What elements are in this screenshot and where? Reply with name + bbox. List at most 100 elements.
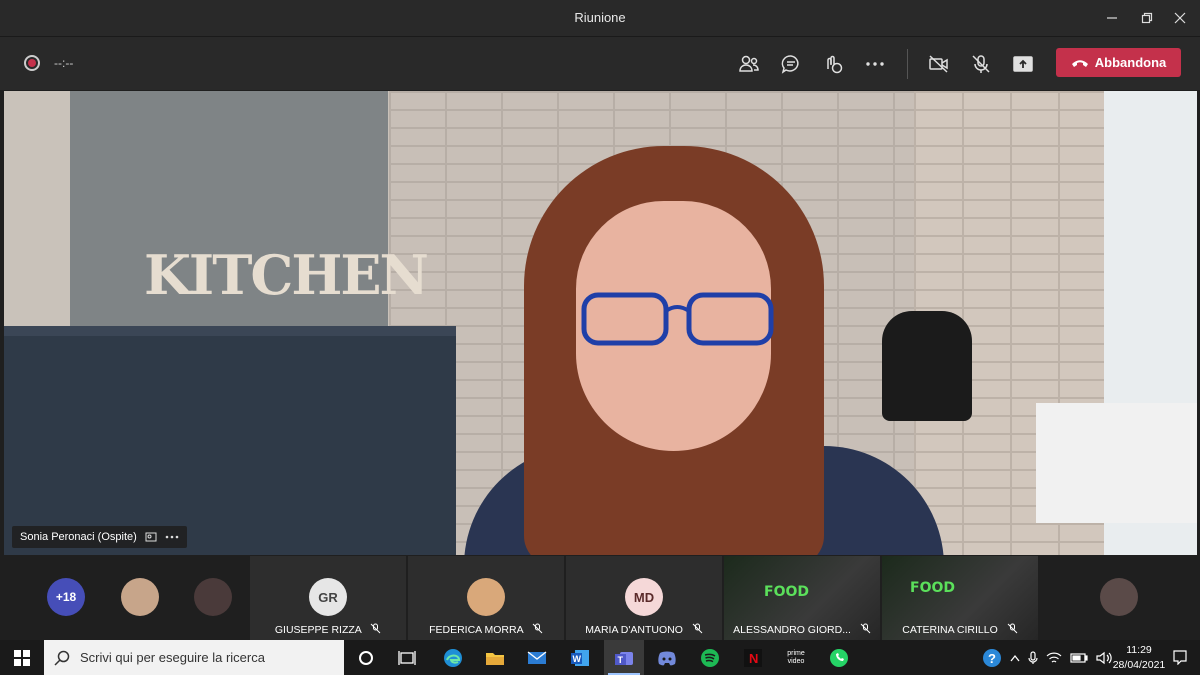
chat-button[interactable] — [777, 50, 805, 78]
folder-icon — [486, 652, 504, 665]
word-icon: W — [571, 649, 589, 666]
teams-button[interactable]: T — [604, 640, 644, 675]
participant-name-row: FEDERICA MORRA — [408, 623, 564, 636]
mic-off-icon — [370, 623, 381, 634]
more-participants-badge[interactable]: +18 — [47, 578, 85, 616]
main-video-feed[interactable]: KITCHEN Sonia Peronaci (Ospite) — [4, 91, 1197, 555]
participants-button[interactable] — [735, 50, 763, 78]
volume-icon[interactable] — [1096, 651, 1112, 665]
start-button[interactable] — [0, 640, 44, 675]
spotify-button[interactable] — [690, 640, 730, 675]
battery-icon[interactable] — [1070, 652, 1088, 664]
svg-text:N: N — [749, 651, 758, 666]
microphone-icon[interactable] — [1028, 650, 1038, 665]
share-icon — [1013, 56, 1033, 72]
discord-icon — [658, 651, 676, 665]
participant-video-tile[interactable]: FOOD CATERINA CIRILLO — [882, 556, 1038, 640]
clock-time: 11:29 — [1126, 644, 1152, 656]
wifi-icon[interactable] — [1046, 651, 1062, 665]
shelf — [4, 326, 456, 555]
participant-name: CATERINA CIRILLO — [902, 624, 998, 636]
participant-name: GIUSEPPE RIZZA — [274, 624, 362, 636]
video-overlay-text: FOOD — [764, 584, 809, 600]
avatar[interactable] — [194, 578, 232, 616]
participant-name: FEDERICA MORRA — [429, 624, 523, 636]
teams-icon: T — [615, 651, 633, 665]
meeting-toolbar: --:-- Abbandona — [0, 36, 1200, 90]
video-background — [70, 91, 388, 353]
taskbar-clock[interactable]: 11:29 28/04/2021 — [1112, 643, 1166, 673]
avatar — [1100, 578, 1138, 616]
recording-indicator-icon — [24, 55, 40, 71]
participant-name-row: ALESSANDRO GIORD... — [724, 623, 880, 636]
participant-name-row: CATERINA CIRILLO — [882, 623, 1038, 636]
mic-off-icon — [532, 623, 543, 634]
word-button[interactable]: W — [560, 640, 600, 675]
clock-date: 28/04/2021 — [1112, 659, 1166, 671]
task-view-button[interactable] — [387, 640, 427, 675]
toolbar-divider — [907, 49, 908, 79]
participant-video-tile[interactable]: FOOD ALESSANDRO GIORD... — [724, 556, 880, 640]
windows-taskbar: Scrivi qui per eseguire la ricerca W T N… — [0, 640, 1200, 675]
spotify-icon — [701, 648, 719, 667]
avatar[interactable] — [121, 578, 159, 616]
svg-text:T: T — [618, 655, 624, 665]
mic-off-icon — [972, 55, 990, 73]
glasses — [581, 292, 774, 346]
discord-button[interactable] — [647, 640, 687, 675]
appliance — [1036, 403, 1197, 523]
windows-logo-icon — [14, 649, 30, 666]
mic-off-icon — [1007, 623, 1018, 634]
whatsapp-button[interactable] — [819, 640, 859, 675]
minimize-icon — [1107, 17, 1117, 19]
meeting-timer: --:-- — [54, 56, 74, 70]
more-actions-button[interactable] — [861, 50, 889, 78]
speaker-name: Sonia Peronaci (Ospite) — [20, 531, 137, 543]
lamp — [882, 311, 972, 421]
prime-video-button[interactable]: prime video — [776, 640, 816, 675]
mail-button[interactable] — [517, 640, 557, 675]
chat-icon — [781, 55, 799, 74]
leave-button[interactable]: Abbandona — [1056, 48, 1181, 77]
participant-tile[interactable] — [1040, 556, 1200, 640]
task-view-icon — [398, 650, 416, 665]
file-explorer-button[interactable] — [475, 640, 515, 675]
title-bar: Riunione — [0, 0, 1200, 36]
edge-icon — [444, 648, 462, 667]
participant-tile[interactable]: MD MARIA D'ANTUONO — [566, 556, 722, 640]
mic-off-icon — [692, 623, 703, 634]
avatar-initials: GR — [309, 578, 347, 616]
cortana-button[interactable] — [346, 640, 386, 675]
participant-name: MARIA D'ANTUONO — [585, 624, 683, 636]
share-screen-button[interactable] — [1009, 50, 1037, 78]
guest-badge-icon — [145, 532, 157, 542]
notifications-button[interactable] — [1172, 649, 1188, 670]
camera-toggle-button[interactable] — [925, 50, 953, 78]
mic-off-icon — [860, 623, 871, 634]
taskbar-search-box[interactable]: Scrivi qui per eseguire la ricerca — [44, 640, 344, 675]
cortana-icon — [359, 650, 373, 665]
reactions-button[interactable] — [819, 50, 847, 78]
search-placeholder: Scrivi qui per eseguire la ricerca — [80, 650, 265, 665]
more-icon — [866, 62, 884, 66]
minimize-button[interactable] — [1092, 0, 1132, 36]
reactions-icon — [827, 55, 843, 74]
participants-icon — [739, 55, 759, 72]
netflix-button[interactable]: N — [733, 640, 773, 675]
close-button[interactable] — [1160, 0, 1200, 36]
whatsapp-icon — [830, 648, 848, 667]
help-icon[interactable]: ? — [982, 648, 1002, 668]
chevron-up-icon[interactable] — [1010, 654, 1020, 662]
more-icon[interactable] — [165, 534, 179, 540]
edge-button[interactable] — [433, 640, 473, 675]
video-overlay-text: FOOD — [910, 580, 955, 596]
participant-name-row: MARIA D'ANTUONO — [566, 623, 722, 636]
participant-tile[interactable]: FEDERICA MORRA — [408, 556, 564, 640]
mic-toggle-button[interactable] — [967, 50, 995, 78]
participant-strip: +18 GR GIUSEPPE RIZZA FEDERICA MORRA MD … — [0, 556, 1200, 640]
shelf-board — [4, 326, 456, 336]
participant-name-row: GIUSEPPE RIZZA — [250, 623, 406, 636]
mail-icon — [527, 650, 547, 664]
speaker-name-tag: Sonia Peronaci (Ospite) — [12, 526, 187, 548]
participant-tile[interactable]: GR GIUSEPPE RIZZA — [250, 556, 406, 640]
